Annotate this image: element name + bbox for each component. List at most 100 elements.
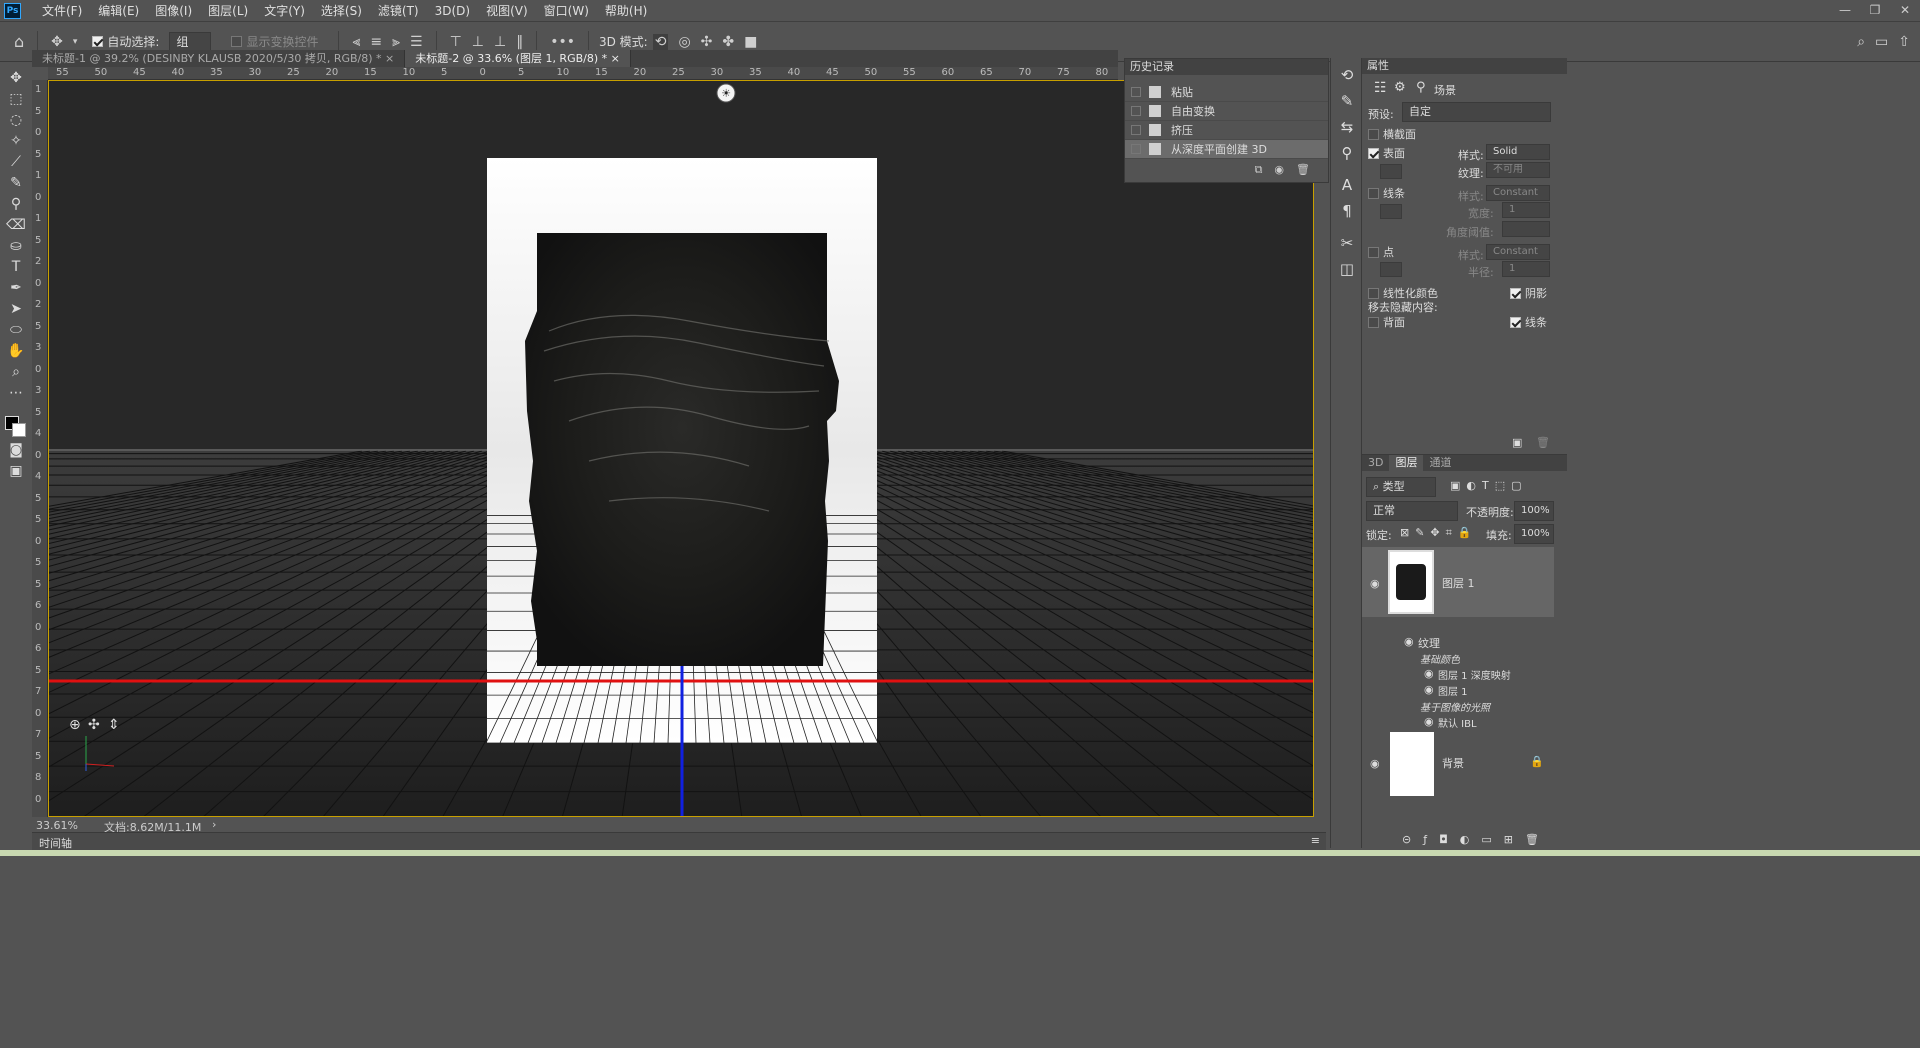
auto-select-checkbox[interactable]: 自动选择: xyxy=(92,33,159,50)
share-icon[interactable]: ⇧ xyxy=(1898,34,1910,50)
lines-color-swatch[interactable] xyxy=(1380,204,1402,219)
quick-mask-icon[interactable]: ◙ xyxy=(0,440,32,461)
remove-lines-checkbox[interactable]: 线条 xyxy=(1510,314,1547,330)
depth-map-item[interactable]: 图层 1 深度映射 xyxy=(1438,667,1511,682)
fill-input[interactable]: 100% xyxy=(1514,524,1554,544)
dolly-widget-icon[interactable]: ⇕ xyxy=(108,717,120,733)
eye-icon[interactable]: ◉ xyxy=(1404,635,1414,648)
paint-bucket-icon[interactable]: ⛀ xyxy=(0,236,32,257)
move-tool-icon[interactable]: ✥ xyxy=(51,34,63,50)
history-source-box[interactable] xyxy=(1131,125,1141,135)
layer-actions[interactable]: ⊝ƒ◘◐▭⊞🗑 xyxy=(1402,833,1551,846)
auto-select-dropdown[interactable]: 组 xyxy=(169,31,212,52)
stamp-icon[interactable]: ⚲ xyxy=(0,194,32,215)
new-document-icon[interactable]: ⧉ xyxy=(1255,163,1263,177)
cross-section-checkbox[interactable]: 横截面 xyxy=(1368,126,1416,142)
layer-comps-icon[interactable]: ◫ xyxy=(1331,256,1363,282)
menu-item[interactable]: 帮助(H) xyxy=(597,0,655,22)
menu-item[interactable]: 编辑(E) xyxy=(90,0,147,22)
3d-mesh-layer[interactable] xyxy=(525,233,839,666)
filter-icons[interactable]: ▣◐T⬚▢ xyxy=(1450,479,1528,492)
tab-doc-2[interactable]: 未标题-2 @ 33.6% (图层 1, RGB/8) * × xyxy=(405,50,631,67)
scene-icon[interactable]: ⚲ xyxy=(1416,80,1426,95)
layer1-sub-item[interactable]: 图层 1 xyxy=(1438,683,1468,698)
layer1-name[interactable]: 图层 1 xyxy=(1442,575,1475,591)
surface-checkbox[interactable]: 表面 xyxy=(1368,145,1405,161)
zoom-icon[interactable]: ⌕ xyxy=(0,362,32,383)
menu-item[interactable]: 文件(F) xyxy=(34,0,90,22)
close-tab-icon[interactable]: × xyxy=(611,52,620,65)
history-item[interactable]: 从深度平面创建 3D xyxy=(1125,140,1328,159)
render-icon[interactable]: ▣ xyxy=(1512,436,1522,449)
pen-icon[interactable]: ✒ xyxy=(0,278,32,299)
surface-color-swatch[interactable] xyxy=(1380,164,1402,179)
background-layer-name[interactable]: 背景 xyxy=(1442,755,1464,771)
eraser-icon[interactable]: ⌫ xyxy=(0,215,32,236)
default-ibl-item[interactable]: 默认 IBL xyxy=(1438,715,1477,730)
transform-controls-checkbox[interactable]: 显示变换控件 xyxy=(231,33,318,50)
props-trash-icon[interactable]: 🗑 xyxy=(1536,436,1550,449)
close-icon[interactable]: ✕ xyxy=(1890,0,1920,20)
timeline-bar[interactable]: 时间轴 ≡ xyxy=(32,832,1326,850)
history-item[interactable]: 粘贴 xyxy=(1125,83,1328,102)
opacity-input[interactable]: 100% xyxy=(1514,501,1554,521)
history-source-box[interactable] xyxy=(1131,106,1141,116)
chevron-down-icon[interactable]: ▾ xyxy=(73,37,78,47)
shape-icon[interactable]: ⬭ xyxy=(0,320,32,341)
trash-icon[interactable]: 🗑 xyxy=(1296,163,1310,177)
paragraph-icon[interactable]: ¶ xyxy=(1331,198,1363,224)
zoom-level[interactable]: 33.61% xyxy=(36,819,78,832)
align-middle-icon[interactable]: ⊥ xyxy=(472,34,484,50)
pan-widget-icon[interactable]: ✣ xyxy=(88,717,100,733)
hand-icon[interactable]: ✋ xyxy=(0,341,32,362)
menu-item[interactable]: 图层(L) xyxy=(200,0,256,22)
layer-row-layer1[interactable]: ◉ 图层 1 xyxy=(1362,547,1554,617)
history-item[interactable]: 自由变换 xyxy=(1125,102,1328,121)
search-icon[interactable]: ⌕ xyxy=(1857,34,1865,50)
history-item[interactable]: 挤压 xyxy=(1125,121,1328,140)
menu-item[interactable]: 视图(V) xyxy=(478,0,536,22)
tab-channels[interactable]: 通道 xyxy=(1423,455,1457,471)
status-arrow-icon[interactable]: › xyxy=(212,818,216,831)
preset-dropdown[interactable]: 自定 xyxy=(1402,102,1551,122)
minimize-icon[interactable]: — xyxy=(1830,0,1860,20)
align-bottom-icon[interactable]: ⊥ xyxy=(494,34,506,50)
menu-item[interactable]: 选择(S) xyxy=(313,0,370,22)
points-color-swatch[interactable] xyxy=(1380,262,1402,277)
eye-icon[interactable]: ◉ xyxy=(1370,577,1380,590)
layer-filter-dropdown[interactable]: ⌕ 类型 xyxy=(1366,477,1436,497)
menu-item[interactable]: 滤镜(T) xyxy=(370,0,427,22)
history-source-box[interactable] xyxy=(1131,87,1141,97)
path-select-icon[interactable]: ➤ xyxy=(0,299,32,320)
document-canvas[interactable]: ☀ ⊕ ✣ ⇕ xyxy=(48,80,1314,817)
width-input[interactable]: 1 xyxy=(1502,202,1550,218)
eye-icon[interactable]: ◉ xyxy=(1424,683,1434,696)
tab-3d[interactable]: 3D xyxy=(1362,455,1389,471)
pan-3d-icon[interactable]: ✣ xyxy=(701,34,713,50)
color-swatches[interactable] xyxy=(0,404,32,440)
eye-icon[interactable]: ◉ xyxy=(1424,667,1434,680)
align-left-icon[interactable]: ⫷ xyxy=(352,34,360,50)
history-icon[interactable]: ⟲ xyxy=(1331,62,1363,88)
shadow-checkbox[interactable]: 阴影 xyxy=(1510,285,1547,301)
menu-item[interactable]: 图像(I) xyxy=(147,0,200,22)
adjust-icon[interactable]: ⇆ xyxy=(1331,114,1363,140)
angle-input[interactable] xyxy=(1502,221,1550,237)
stamp-panel-icon[interactable]: ⚲ xyxy=(1331,140,1363,166)
history-source-box[interactable] xyxy=(1131,144,1141,154)
slide-3d-icon[interactable]: ✤ xyxy=(722,34,734,50)
menu-item[interactable]: 文字(Y) xyxy=(256,0,313,22)
surface-style-dropdown[interactable]: Solid xyxy=(1486,144,1550,160)
align-center-icon[interactable]: ≡ xyxy=(370,34,382,50)
more-tools-icon[interactable]: ⋯ xyxy=(0,383,32,404)
backface-checkbox[interactable]: 背面 xyxy=(1368,314,1405,330)
points-checkbox[interactable]: 点 xyxy=(1368,244,1394,260)
align-top-icon[interactable]: ⊤ xyxy=(450,34,462,50)
home-icon[interactable]: ⌂ xyxy=(14,32,24,51)
eyedropper-icon[interactable]: ⟋ xyxy=(0,152,32,173)
lines-checkbox[interactable]: 线条 xyxy=(1368,185,1405,201)
brush-panel-icon[interactable]: ✎ xyxy=(1331,88,1363,114)
texture-dropdown[interactable]: 不可用 xyxy=(1486,162,1550,178)
roll-3d-icon[interactable]: ◎ xyxy=(678,34,690,50)
workspace-icon[interactable]: ▭ xyxy=(1875,34,1888,50)
